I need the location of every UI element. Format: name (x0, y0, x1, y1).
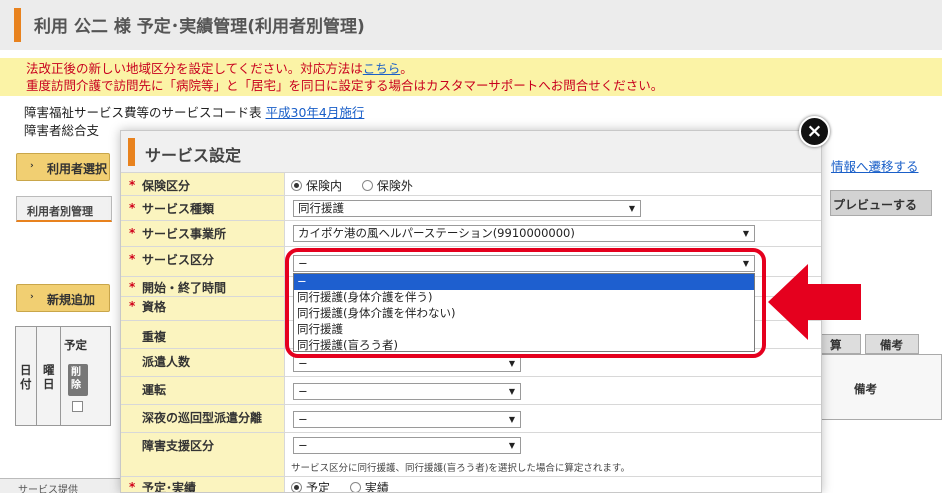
row-support-class: 障害支援区分 − ▼ サービス区分に同行援護、同行援護(盲ろう者)を選択した場合に… (121, 433, 821, 477)
col-remarks: 備考 (821, 354, 942, 420)
label-dispatch: 派遣人数 (121, 349, 285, 376)
notice-line-1-end: 。 (400, 61, 413, 76)
label-insurance: * 保険区分 (121, 173, 285, 195)
col-day: 日付 (20, 363, 32, 391)
new-add-label: 新規追加 (47, 293, 96, 307)
info-transition-link[interactable]: 情報へ遷移する (831, 156, 919, 175)
notice-link[interactable]: こちら (363, 61, 401, 76)
title-accent-bar (14, 8, 21, 42)
label-duplicate: 重複 (121, 321, 285, 348)
label-service-type: * サービス種類 (121, 196, 285, 220)
page-title: 利用 公二 様 予定･実績管理(利用者別管理) (34, 17, 365, 37)
radio-actual[interactable]: 実績 (349, 481, 389, 492)
schedule-table: 予定 日付 曜日 削除 (15, 326, 111, 426)
col-weekday: 曜日 (43, 363, 55, 391)
driving-select[interactable]: − ▼ (293, 383, 521, 400)
radio-plan[interactable]: 予定 (291, 481, 330, 492)
bottom-bar: サービス提供 (0, 478, 120, 493)
row-checkbox[interactable] (72, 401, 83, 412)
select-user-button[interactable]: › 利用者選択 (16, 153, 110, 181)
radio-insurance-out[interactable]: 保険外 (361, 179, 413, 193)
col-remarks-head: 備考 (865, 334, 919, 354)
chevron-right-icon: › (30, 292, 34, 302)
service-code-link[interactable]: 平成30年4月施行 (266, 105, 365, 120)
radio-icon (291, 180, 302, 191)
preview-button[interactable]: プレビューする (830, 190, 932, 216)
chevron-down-icon: ▼ (508, 415, 515, 424)
highlight-outline (285, 248, 766, 358)
radio-icon (361, 180, 373, 191)
row-service-type: * サービス種類 同行援護 ▼ (121, 196, 821, 221)
chevron-down-icon: ▼ (508, 359, 515, 368)
label-driving: 運転 (121, 377, 285, 404)
chevron-right-icon: › (30, 161, 34, 171)
modal-accent-bar (128, 138, 135, 166)
night-select[interactable]: − ▼ (293, 411, 521, 428)
support-info: 障害者総合支 (24, 123, 100, 138)
notice-line-2: 重度訪問介護で訪問先に「病院等」と「居宅」を同日に設定する場合はカスタマーサポー… (26, 78, 664, 93)
col-plan: 予定 (64, 338, 87, 352)
label-provider: * サービス事業所 (121, 221, 285, 246)
label-service-class: * サービス区分 (121, 247, 285, 276)
chevron-down-icon: ▼ (628, 204, 635, 213)
tab-user-management[interactable]: 利用者別管理 (16, 196, 112, 222)
label-qualification: * 資格 (121, 297, 285, 320)
close-icon[interactable]: × (799, 116, 830, 147)
row-provider: * サービス事業所 カイポケ港の風ヘルパーステーション(9910000000) ▼ (121, 221, 821, 247)
support-class-note: サービス区分に同行援護、同行援護(盲ろう者)を選択した場合に算定されます。 (291, 463, 630, 474)
service-type-select[interactable]: 同行援護 ▼ (293, 200, 641, 217)
chevron-down-icon: ▼ (508, 441, 515, 450)
red-arrow-icon (768, 264, 861, 340)
provider-select[interactable]: カイポケ港の風ヘルパーステーション(9910000000) ▼ (293, 225, 755, 242)
label-night: 深夜の巡回型派遣分離 (121, 405, 285, 432)
row-night: 深夜の巡回型派遣分離 − ▼ (121, 405, 821, 433)
support-class-select[interactable]: − ▼ (293, 437, 521, 454)
label-support-class: 障害支援区分 (121, 433, 285, 476)
modal-title: サービス設定 (145, 146, 242, 165)
required-mark: * (129, 178, 136, 192)
row-driving: 運転 − ▼ (121, 377, 821, 405)
modal-header: サービス設定 (121, 131, 821, 173)
chevron-down-icon: ▼ (508, 387, 515, 396)
page-header: 利用 公二 様 予定･実績管理(利用者別管理) (0, 0, 942, 50)
chevron-down-icon: ▼ (742, 229, 749, 238)
row-plan-actual: * 予定･実績 予定 実績 (121, 477, 821, 492)
radio-icon (349, 482, 361, 492)
new-add-button[interactable]: › 新規追加 (16, 284, 110, 312)
service-code-text: 障害福祉サービス費等のサービスコード表 (24, 105, 262, 120)
label-plan-actual: * 予定･実績 (121, 477, 285, 492)
radio-insurance-in[interactable]: 保険内 (291, 179, 342, 193)
notice-line-1: 法改正後の新しい地域区分を設定してください。対応方法は (26, 61, 363, 76)
label-time: * 開始・終了時間 (121, 277, 285, 296)
select-user-label: 利用者選択 (47, 162, 108, 176)
service-code-info: 障害福祉サービス費等のサービスコード表 平成30年4月施行 (24, 102, 364, 121)
radio-icon (291, 482, 302, 492)
delete-button[interactable]: 削除 (68, 364, 88, 396)
row-insurance: * 保険区分 保険内 保険外 (121, 173, 821, 196)
notice-banner: 法改正後の新しい地域区分を設定してください。対応方法はこちら。 重度訪問介護で訪… (0, 58, 942, 96)
